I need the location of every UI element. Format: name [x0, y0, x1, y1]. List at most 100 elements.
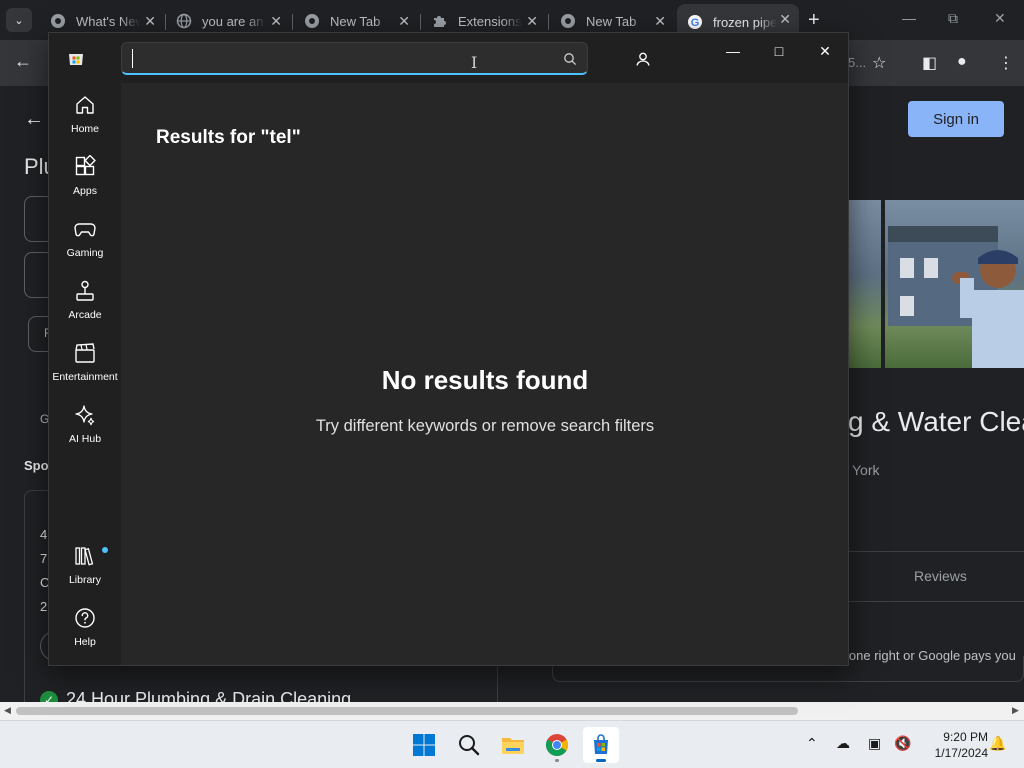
home-icon	[76, 96, 94, 114]
store-sidebar: Home Apps Gaming Arcade Entertainment AI…	[49, 83, 121, 665]
nav-label: AI Hub	[68, 433, 102, 445]
store-search-box[interactable]: I	[121, 42, 588, 75]
card-text-fragment: 2	[40, 599, 48, 614]
search-icon[interactable]	[563, 52, 577, 66]
window-shape	[924, 258, 938, 278]
chrome-icon	[546, 734, 568, 756]
search-icon	[459, 735, 480, 756]
sponsored-label: Spo	[24, 458, 49, 473]
back-arrow-icon[interactable]: ←	[24, 108, 44, 131]
close-icon[interactable]: ✕	[144, 13, 156, 29]
side-panel-icon[interactable]: ◧	[922, 53, 937, 73]
chrome-taskbar-button[interactable]	[539, 727, 575, 763]
clapperboard-icon	[75, 343, 95, 363]
nav-item-home[interactable]: Home	[49, 87, 121, 147]
horizontal-scrollbar[interactable]: ◀ ▶	[0, 702, 1024, 720]
card-text-fragment: 7	[40, 551, 48, 566]
store-logo-icon	[69, 54, 83, 65]
sign-in-button[interactable]: Sign in	[908, 101, 1004, 137]
close-icon[interactable]: ✕	[779, 11, 791, 27]
nav-item-entertainment[interactable]: Entertainment	[49, 335, 121, 395]
nav-item-apps[interactable]: Apps	[49, 149, 121, 209]
account-button[interactable]	[629, 45, 657, 73]
nav-item-library[interactable]: Library	[49, 538, 121, 598]
listing-title[interactable]: ✓ 24 Hour Plumbing & Drain Cleaning	[40, 689, 351, 702]
start-button[interactable]	[406, 727, 442, 763]
clock-time: 9:20 PM	[943, 730, 988, 744]
photo-divider	[881, 200, 885, 368]
microsoft-store-window: I — □ ✕ Home Apps Gaming Arcade Entertai	[48, 32, 849, 666]
card-text-fragment: 4	[40, 527, 48, 542]
store-bag-icon	[594, 734, 608, 754]
clock-date: 1/17/2024	[934, 746, 988, 760]
notification-bell-icon[interactable]: 🔔	[989, 735, 1006, 752]
nav-label: Library	[68, 574, 102, 586]
network-icon[interactable]: ▣	[868, 735, 881, 752]
chrome-icon	[51, 14, 65, 28]
speaker-muted-icon[interactable]: 🔇	[894, 735, 911, 752]
file-explorer-button[interactable]	[495, 727, 531, 763]
store-maximize-button[interactable]: □	[759, 41, 799, 61]
nav-item-help[interactable]: Help	[49, 600, 121, 660]
apps-icon	[75, 155, 96, 176]
chevron-up-icon[interactable]: ⌃	[806, 735, 818, 752]
divider	[848, 601, 1024, 602]
minimize-icon: —	[726, 43, 740, 59]
profile-icon[interactable]: ●	[957, 53, 967, 71]
close-icon[interactable]: ✕	[270, 13, 282, 29]
onedrive-icon[interactable]: ☁	[836, 735, 850, 752]
user-icon	[636, 52, 650, 66]
tab-separator	[292, 14, 293, 30]
active-app-indicator	[596, 759, 606, 762]
restore-icon[interactable]: ⧉	[948, 10, 958, 27]
new-tab-button[interactable]: +	[808, 9, 820, 32]
listing-title-text: 24 Hour Plumbing & Drain Cleaning	[66, 689, 352, 702]
business-heading-fragment: g & Water Clea	[848, 406, 1024, 437]
svg-text:G: G	[691, 17, 700, 29]
close-icon: ✕	[819, 42, 831, 59]
scrollbar-thumb[interactable]	[16, 707, 798, 715]
star-icon[interactable]: ☆	[872, 53, 886, 73]
results-title: Results for "tel"	[156, 127, 301, 148]
nav-item-gaming[interactable]: Gaming	[49, 211, 121, 271]
window-shape	[900, 258, 914, 278]
technician-image	[952, 250, 1024, 368]
tab-separator	[548, 14, 549, 30]
minimize-icon[interactable]: —	[902, 10, 916, 26]
nav-label: Home	[70, 123, 99, 135]
puzzle-icon	[434, 16, 446, 27]
text-caret	[132, 49, 133, 68]
taskbar-search-button[interactable]	[451, 727, 487, 763]
scroll-left-icon[interactable]: ◀	[4, 705, 11, 716]
back-arrow-icon[interactable]: ←	[14, 51, 32, 72]
close-icon[interactable]: ✕	[526, 13, 538, 29]
close-icon[interactable]: ✕	[398, 13, 410, 29]
close-icon[interactable]: ✕	[994, 10, 1006, 27]
system-clock[interactable]: 9:20 PM 1/17/2024	[918, 729, 988, 761]
more-menu-icon[interactable]: ⋮	[998, 53, 1014, 73]
close-icon[interactable]: ✕	[654, 13, 666, 29]
nav-item-ai-hub[interactable]: AI Hub	[49, 397, 121, 457]
store-taskbar-button[interactable]	[583, 727, 619, 763]
tab-search-button[interactable]: ⌄	[6, 8, 32, 32]
business-location-fragment: York	[852, 462, 880, 478]
store-content-area: Results for "tel" No results found Try d…	[121, 83, 848, 665]
tab-title: Extensions	[458, 13, 522, 29]
library-icon	[75, 547, 94, 566]
store-close-button[interactable]: ✕	[805, 41, 845, 61]
store-title-bar: I — □ ✕	[49, 33, 848, 83]
tab-reviews[interactable]: Reviews	[914, 568, 967, 584]
globe-icon	[176, 13, 192, 29]
tab-title: frozen pipe	[713, 14, 777, 30]
scroll-right-icon[interactable]: ▶	[1012, 705, 1019, 716]
nav-item-arcade[interactable]: Arcade	[49, 273, 121, 333]
store-search-input[interactable]	[130, 46, 550, 70]
nav-label: Help	[74, 636, 96, 648]
empty-state-heading: No results found	[381, 365, 589, 395]
store-minimize-button[interactable]: —	[713, 41, 753, 61]
running-indicator	[555, 759, 559, 762]
check-icon: ✓	[40, 690, 58, 702]
help-icon	[75, 608, 95, 628]
joystick-icon	[76, 280, 94, 301]
google-icon: G	[688, 15, 702, 29]
